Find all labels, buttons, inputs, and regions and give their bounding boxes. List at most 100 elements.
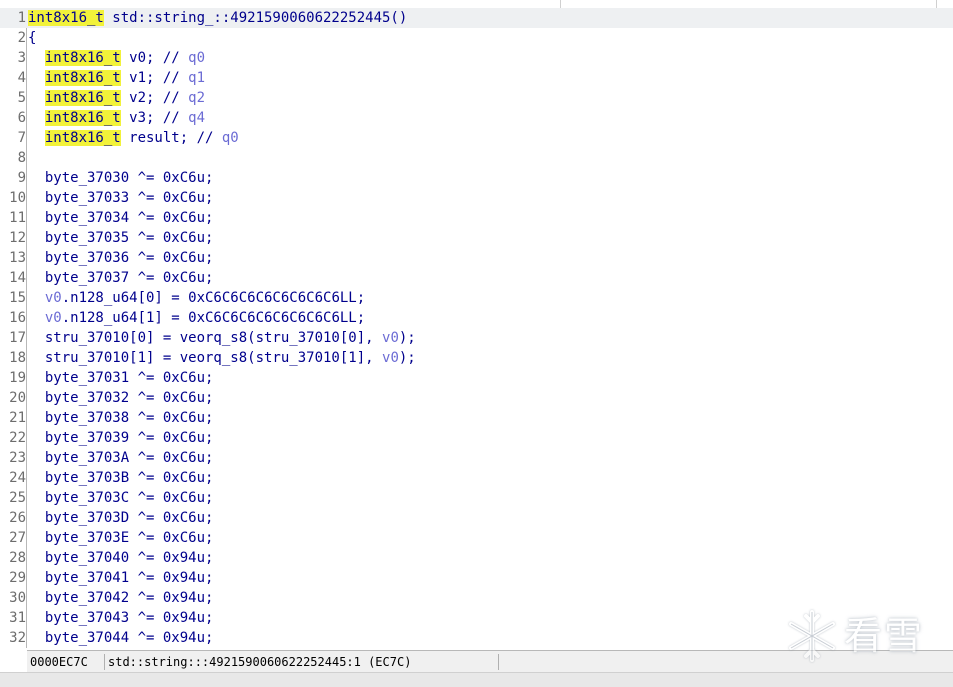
code-line[interactable]: 29 byte_37041 ^= 0x94u; xyxy=(0,568,953,588)
code-line[interactable]: 10 byte_37033 ^= 0xC6u; xyxy=(0,188,953,208)
code-text[interactable]: byte_37043 ^= 0x94u; xyxy=(28,608,214,628)
code-line[interactable]: 8 xyxy=(0,148,953,168)
code-token[interactable]: byte_37041 ^= 0x94u; xyxy=(28,570,214,586)
code-line[interactable]: 15 v0.n128_u64[0] = 0xC6C6C6C6C6C6C6C6LL… xyxy=(0,288,953,308)
code-token[interactable]: byte_3703B ^= 0xC6u; xyxy=(28,470,214,486)
code-line[interactable]: 14 byte_37037 ^= 0xC6u; xyxy=(0,268,953,288)
code-text[interactable]: byte_37044 ^= 0x94u; xyxy=(28,628,214,648)
code-line[interactable]: 6 int8x16_t v3; // q4 xyxy=(0,108,953,128)
code-text[interactable]: int8x16_t v0; // q0 xyxy=(28,48,205,68)
code-token[interactable]: std::string_::4921590060622252445() xyxy=(104,10,407,26)
code-line[interactable]: 24 byte_3703B ^= 0xC6u; xyxy=(0,468,953,488)
code-text[interactable]: int8x16_t std::string_::4921590060622252… xyxy=(28,8,407,28)
code-text[interactable]: byte_3703A ^= 0xC6u; xyxy=(28,448,214,468)
code-text[interactable]: byte_37040 ^= 0x94u; xyxy=(28,548,214,568)
code-token[interactable]: byte_3703C ^= 0xC6u; xyxy=(28,490,214,506)
code-token[interactable]: v1; // xyxy=(121,70,188,86)
code-text[interactable]: byte_37039 ^= 0xC6u; xyxy=(28,428,214,448)
code-token[interactable]: byte_3703A ^= 0xC6u; xyxy=(28,450,214,466)
code-line[interactable]: 23 byte_3703A ^= 0xC6u; xyxy=(0,448,953,468)
code-token[interactable]: byte_37035 ^= 0xC6u; xyxy=(28,230,214,246)
code-token[interactable]: stru_37010[0] = veorq_s8(stru_37010[0], xyxy=(28,330,382,346)
code-line[interactable]: 16 v0.n128_u64[1] = 0xC6C6C6C6C6C6C6C6LL… xyxy=(0,308,953,328)
code-line[interactable]: 17 stru_37010[0] = veorq_s8(stru_37010[0… xyxy=(0,328,953,348)
type-token[interactable]: int8x16_t xyxy=(28,10,104,26)
code-text[interactable]: byte_37034 ^= 0xC6u; xyxy=(28,208,214,228)
code-line[interactable]: 7 int8x16_t result; // q0 xyxy=(0,128,953,148)
code-token[interactable]: v2; // xyxy=(121,90,188,106)
code-token[interactable]: byte_37031 ^= 0xC6u; xyxy=(28,370,214,386)
code-text[interactable]: int8x16_t v1; // q1 xyxy=(28,68,205,88)
code-token[interactable]: v3; // xyxy=(121,110,188,126)
code-line[interactable]: 2{ xyxy=(0,28,953,48)
code-token[interactable]: ); xyxy=(399,330,416,346)
code-token[interactable]: { xyxy=(28,30,36,46)
code-token[interactable]: byte_37038 ^= 0xC6u; xyxy=(28,410,214,426)
code-token[interactable]: byte_3703D ^= 0xC6u; xyxy=(28,510,214,526)
type-token[interactable]: int8x16_t xyxy=(44,110,121,126)
variable-token[interactable]: v0 xyxy=(382,330,399,346)
code-line[interactable]: 19 byte_37031 ^= 0xC6u; xyxy=(0,368,953,388)
code-line[interactable]: 13 byte_37036 ^= 0xC6u; xyxy=(0,248,953,268)
code-token[interactable] xyxy=(28,310,45,326)
code-token[interactable]: byte_37033 ^= 0xC6u; xyxy=(28,190,214,206)
code-text[interactable]: byte_3703E ^= 0xC6u; xyxy=(28,528,214,548)
variable-token[interactable]: v0 xyxy=(45,290,62,306)
code-text[interactable]: v0.n128_u64[0] = 0xC6C6C6C6C6C6C6C6LL; xyxy=(28,288,365,308)
code-token[interactable]: .n128_u64[0] = 0xC6C6C6C6C6C6C6C6LL; xyxy=(62,290,365,306)
code-text[interactable]: byte_3703C ^= 0xC6u; xyxy=(28,488,214,508)
code-text[interactable]: byte_37032 ^= 0xC6u; xyxy=(28,388,214,408)
code-text[interactable]: int8x16_t v2; // q2 xyxy=(28,88,205,108)
code-line[interactable]: 28 byte_37040 ^= 0x94u; xyxy=(0,548,953,568)
code-text[interactable]: byte_37033 ^= 0xC6u; xyxy=(28,188,214,208)
code-text[interactable]: byte_37031 ^= 0xC6u; xyxy=(28,368,214,388)
code-text[interactable]: byte_37042 ^= 0x94u; xyxy=(28,588,214,608)
code-text[interactable]: byte_37036 ^= 0xC6u; xyxy=(28,248,214,268)
code-token[interactable] xyxy=(28,50,45,66)
code-token[interactable] xyxy=(28,290,45,306)
code-line[interactable]: 27 byte_3703E ^= 0xC6u; xyxy=(0,528,953,548)
code-text[interactable]: byte_37035 ^= 0xC6u; xyxy=(28,228,214,248)
type-token[interactable]: int8x16_t xyxy=(44,50,121,66)
code-line[interactable]: 12 byte_37035 ^= 0xC6u; xyxy=(0,228,953,248)
code-line[interactable]: 30 byte_37042 ^= 0x94u; xyxy=(0,588,953,608)
code-line[interactable]: 4 int8x16_t v1; // q1 xyxy=(0,68,953,88)
code-line[interactable]: 9 byte_37030 ^= 0xC6u; xyxy=(0,168,953,188)
code-token[interactable]: stru_37010[1] = veorq_s8(stru_37010[1], xyxy=(28,350,382,366)
code-line[interactable]: 5 int8x16_t v2; // q2 xyxy=(0,88,953,108)
code-token[interactable]: .n128_u64[1] = 0xC6C6C6C6C6C6C6C6LL; xyxy=(62,310,365,326)
code-token[interactable] xyxy=(28,70,45,86)
code-line[interactable]: 18 stru_37010[1] = veorq_s8(stru_37010[1… xyxy=(0,348,953,368)
code-token[interactable] xyxy=(28,130,45,146)
code-token[interactable]: byte_37042 ^= 0x94u; xyxy=(28,590,214,606)
code-text[interactable]: byte_37037 ^= 0xC6u; xyxy=(28,268,214,288)
code-token[interactable]: byte_3703E ^= 0xC6u; xyxy=(28,530,214,546)
variable-token[interactable]: q0 xyxy=(188,50,205,66)
variable-token[interactable]: q4 xyxy=(188,110,205,126)
code-line[interactable]: 20 byte_37032 ^= 0xC6u; xyxy=(0,388,953,408)
variable-token[interactable]: q2 xyxy=(188,90,205,106)
code-line[interactable]: 11 byte_37034 ^= 0xC6u; xyxy=(0,208,953,228)
code-token[interactable]: byte_37037 ^= 0xC6u; xyxy=(28,270,214,286)
variable-token[interactable]: v0 xyxy=(382,350,399,366)
code-token[interactable]: v0; // xyxy=(121,50,188,66)
code-token[interactable]: byte_37043 ^= 0x94u; xyxy=(28,610,214,626)
variable-token[interactable]: v0 xyxy=(45,310,62,326)
code-text[interactable]: { xyxy=(28,28,36,48)
code-token[interactable]: byte_37044 ^= 0x94u; xyxy=(28,630,214,646)
code-token[interactable]: byte_37036 ^= 0xC6u; xyxy=(28,250,214,266)
code-text[interactable]: byte_3703D ^= 0xC6u; xyxy=(28,508,214,528)
code-text[interactable]: v0.n128_u64[1] = 0xC6C6C6C6C6C6C6C6LL; xyxy=(28,308,365,328)
code-token[interactable]: byte_37040 ^= 0x94u; xyxy=(28,550,214,566)
code-text[interactable]: byte_37041 ^= 0x94u; xyxy=(28,568,214,588)
pseudocode-editor[interactable]: 1 int8x16_t std::string_::492159006062225… xyxy=(0,8,953,648)
code-line[interactable]: 21 byte_37038 ^= 0xC6u; xyxy=(0,408,953,428)
code-text[interactable]: byte_3703B ^= 0xC6u; xyxy=(28,468,214,488)
code-text[interactable]: stru_37010[1] = veorq_s8(stru_37010[1], … xyxy=(28,348,416,368)
type-token[interactable]: int8x16_t xyxy=(44,70,121,86)
code-text[interactable]: stru_37010[0] = veorq_s8(stru_37010[0], … xyxy=(28,328,416,348)
code-token[interactable]: result; // xyxy=(121,130,222,146)
code-line[interactable]: 25 byte_3703C ^= 0xC6u; xyxy=(0,488,953,508)
code-token[interactable] xyxy=(28,90,45,106)
code-text[interactable]: int8x16_t result; // q0 xyxy=(28,128,239,148)
